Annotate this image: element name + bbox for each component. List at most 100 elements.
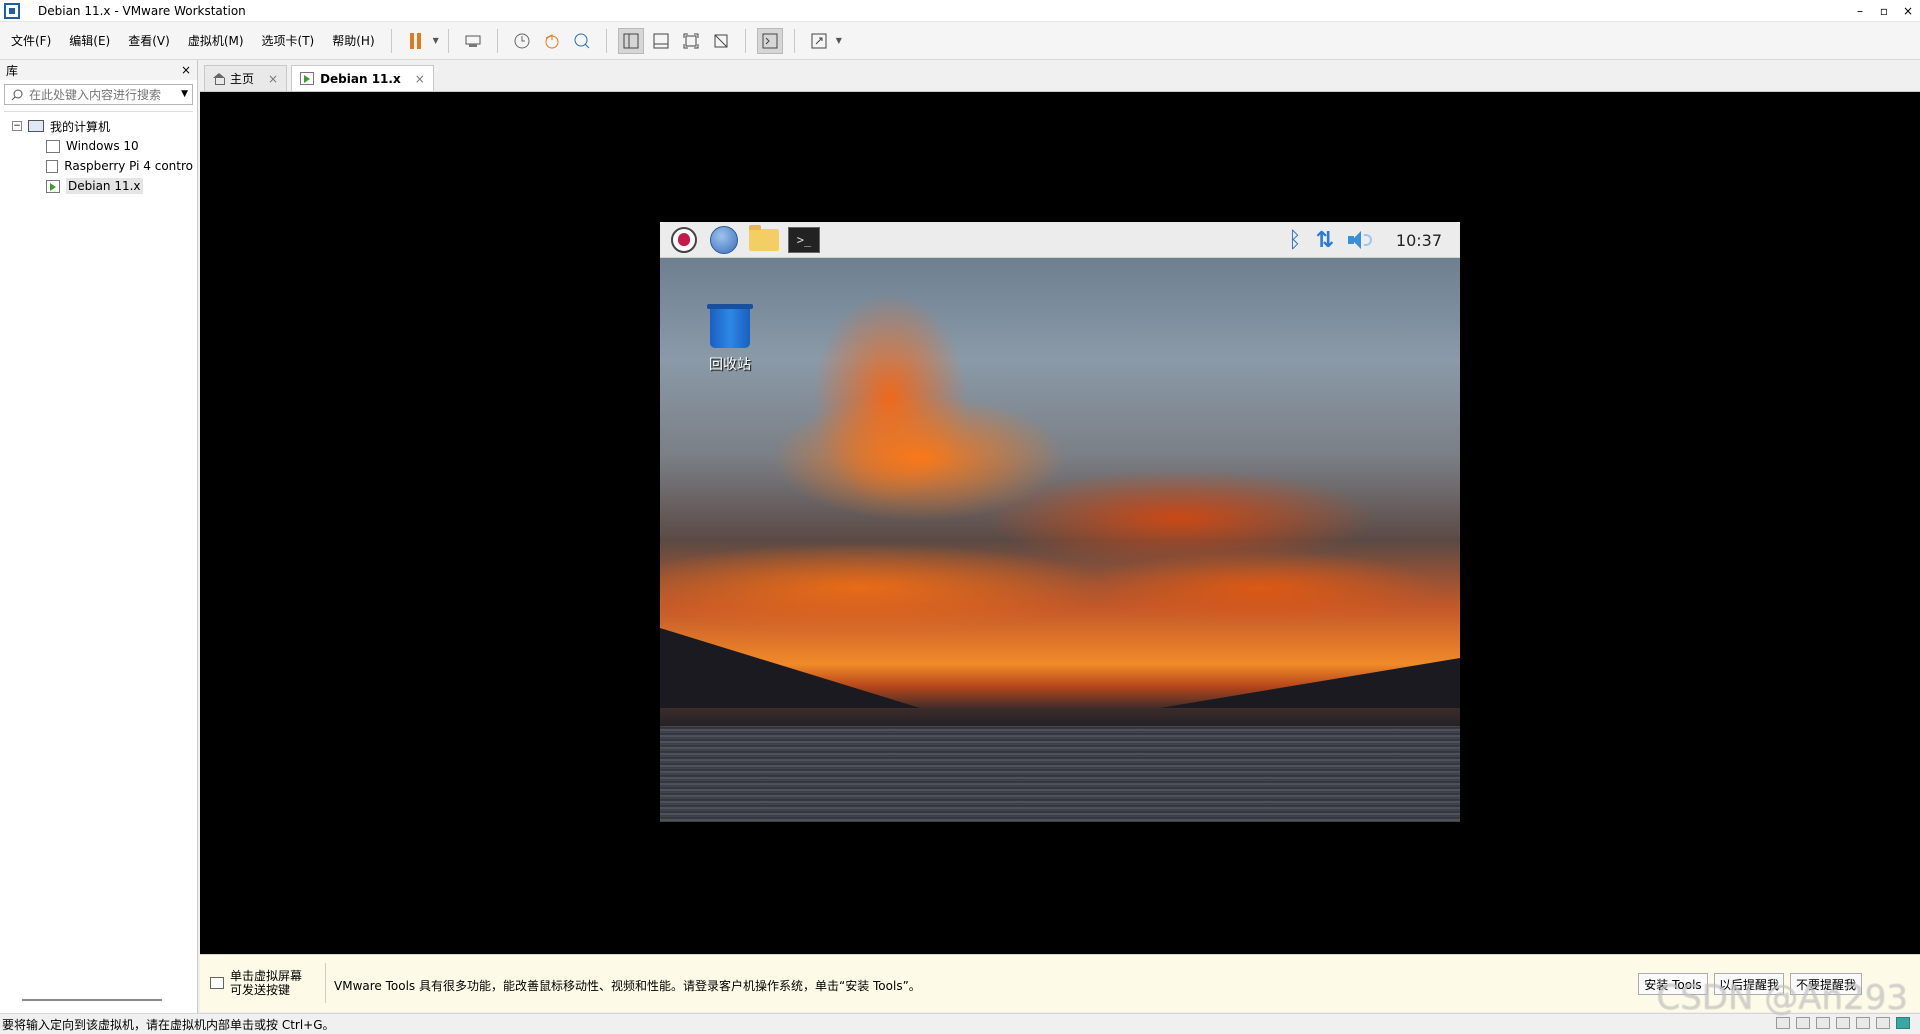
snapshot-manager-icon: [574, 33, 590, 48]
vm-running-icon: [46, 179, 60, 193]
menu-file[interactable]: 文件(F): [4, 32, 58, 49]
hint-message: VMware Tools 具有很多功能，能改善鼠标移动性、视频和性能。请登录客户…: [334, 979, 921, 993]
pause-icon: [410, 32, 422, 49]
toolbar-separator: [496, 28, 498, 53]
title-bar: Debian 11.x - VMware Workstation – ▫ ×: [0, 0, 1920, 22]
snapshot-manager-button[interactable]: [569, 28, 595, 54]
computer-icon: [28, 120, 44, 132]
thumbnail-bar-icon: [653, 33, 669, 48]
guest-taskbar: >_ ᛒ ⇅ 10:37: [660, 222, 1460, 258]
power-dropdown-icon[interactable]: ▼: [433, 36, 439, 45]
vm-console[interactable]: >_ ᛒ ⇅ 10:37 回收站: [200, 92, 1920, 954]
terminal-launcher[interactable]: >_: [788, 225, 820, 255]
console-view-button[interactable]: [756, 27, 783, 54]
hard-disk-icon[interactable]: [1776, 1017, 1790, 1029]
toolbar-separator: [744, 28, 746, 53]
library-search: ▼: [4, 84, 193, 105]
menu-edit[interactable]: 编辑(E): [62, 32, 117, 49]
tab-close-icon[interactable]: ×: [415, 72, 425, 86]
close-window-button[interactable]: ×: [1896, 0, 1920, 22]
hint-click-text: 单击虚拟屏幕 可发送按键: [230, 969, 302, 997]
minimize-button[interactable]: –: [1848, 0, 1872, 22]
file-manager-launcher[interactable]: [748, 224, 780, 255]
tab-bar: 主页 × Debian 11.x ×: [200, 60, 1920, 92]
menu-tabs[interactable]: 选项卡(T): [255, 32, 322, 49]
menu-view[interactable]: 查看(V): [121, 32, 177, 49]
tree-item-windows-10[interactable]: Windows 10: [4, 136, 193, 156]
display-icon[interactable]: [1896, 1017, 1910, 1029]
window-controls: – ▫ ×: [1848, 0, 1920, 22]
menu-vm[interactable]: 虚拟机(M): [181, 32, 251, 49]
library-panel-icon: [623, 33, 639, 48]
revert-snapshot-button[interactable]: [539, 28, 565, 54]
tree-item-label: Windows 10: [66, 139, 139, 153]
hint-line-2: 可发送按键: [230, 983, 291, 997]
network-adapter-icon[interactable]: [1816, 1017, 1830, 1029]
library-close-button[interactable]: ×: [181, 63, 191, 77]
trash-label: 回收站: [709, 357, 751, 373]
bluetooth-icon[interactable]: ᛒ: [1288, 228, 1301, 253]
trash-desktop-icon[interactable]: 回收站: [700, 304, 760, 374]
tree-item-label: Raspberry Pi 4 contro: [64, 159, 193, 173]
menu-toolbar: 文件(F) 编辑(E) 查看(V) 虚拟机(M) 选项卡(T) 帮助(H) ▼ …: [0, 22, 1920, 60]
menu-help[interactable]: 帮助(H): [325, 32, 381, 49]
status-text: 要将输入定向到该虚拟机，请在虚拟机内部单击或按 Ctrl+G。: [2, 1017, 335, 1032]
send-ctrl-alt-del-button[interactable]: [460, 28, 486, 54]
tree-root-label: 我的计算机: [50, 119, 111, 134]
wallpaper-mountains: [660, 628, 1460, 728]
printer-icon[interactable]: [1876, 1017, 1890, 1029]
pause-vm-button[interactable]: [403, 28, 429, 54]
guest-screen[interactable]: >_ ᛒ ⇅ 10:37 回收站: [660, 222, 1460, 822]
browser-launcher[interactable]: [708, 225, 740, 255]
toolbar-separator: [793, 28, 795, 53]
full-screen-button[interactable]: [678, 28, 704, 54]
unity-icon: [714, 34, 728, 47]
volume-icon[interactable]: [1347, 230, 1372, 250]
globe-icon: [710, 225, 738, 254]
clock-snapshot-icon: [514, 33, 530, 48]
search-icon: [11, 89, 23, 100]
tree-item-label: Debian 11.x: [66, 178, 143, 194]
home-icon: [213, 73, 225, 85]
stretch-dropdown-icon[interactable]: ▼: [836, 36, 842, 45]
tree-item-raspberry-pi[interactable]: Raspberry Pi 4 contro: [4, 156, 193, 176]
hint-line-1: 单击虚拟屏幕: [230, 969, 303, 983]
sound-card-icon[interactable]: [1856, 1017, 1870, 1029]
collapse-icon[interactable]: −: [12, 121, 22, 131]
cd-rom-icon[interactable]: [1796, 1017, 1810, 1029]
vm-tree: − 我的计算机 Windows 10 Raspberry Pi 4 contro…: [4, 111, 193, 196]
snapshot-button[interactable]: [509, 28, 535, 54]
trash-icon: [707, 304, 753, 348]
library-search-input[interactable]: [29, 87, 179, 102]
show-library-button[interactable]: [617, 27, 644, 54]
device-status-icons: [1776, 1017, 1910, 1029]
status-bar: 要将输入定向到该虚拟机，请在虚拟机内部单击或按 Ctrl+G。: [0, 1013, 1920, 1034]
stretch-guest-button[interactable]: [806, 28, 832, 54]
usb-icon[interactable]: [1836, 1017, 1850, 1029]
vm-running-icon: [300, 72, 315, 85]
folder-icon: [749, 224, 779, 251]
tree-root-my-computer[interactable]: − 我的计算机: [4, 116, 193, 136]
restore-button[interactable]: ▫: [1872, 0, 1896, 22]
raspberry-menu-button[interactable]: [668, 225, 700, 255]
window-title: Debian 11.x - VMware Workstation: [38, 3, 246, 18]
library-horizontal-scrollbar[interactable]: [22, 999, 162, 1001]
show-thumbnail-bar-button[interactable]: [648, 28, 674, 54]
guest-tray: ᛒ ⇅ 10:37: [1288, 222, 1442, 258]
tree-item-debian[interactable]: Debian 11.x: [4, 176, 193, 196]
tab-close-icon[interactable]: ×: [268, 72, 278, 86]
unity-button[interactable]: [708, 28, 734, 54]
tab-debian[interactable]: Debian 11.x ×: [291, 65, 434, 91]
revert-snapshot-icon: [545, 33, 559, 48]
vm-icon: [46, 159, 59, 173]
library-title: 库: [6, 63, 19, 78]
toolbar-separator: [605, 28, 607, 53]
search-dropdown-icon[interactable]: ▼: [181, 89, 188, 99]
tab-home[interactable]: 主页 ×: [204, 65, 288, 91]
console-icon: [762, 33, 778, 48]
network-icon[interactable]: ⇅: [1315, 228, 1333, 253]
toolbar-separator: [447, 28, 449, 53]
hint-divider: [325, 963, 326, 1003]
tab-label: 主页: [230, 72, 255, 86]
keyboard-hint-icon: [210, 977, 224, 989]
